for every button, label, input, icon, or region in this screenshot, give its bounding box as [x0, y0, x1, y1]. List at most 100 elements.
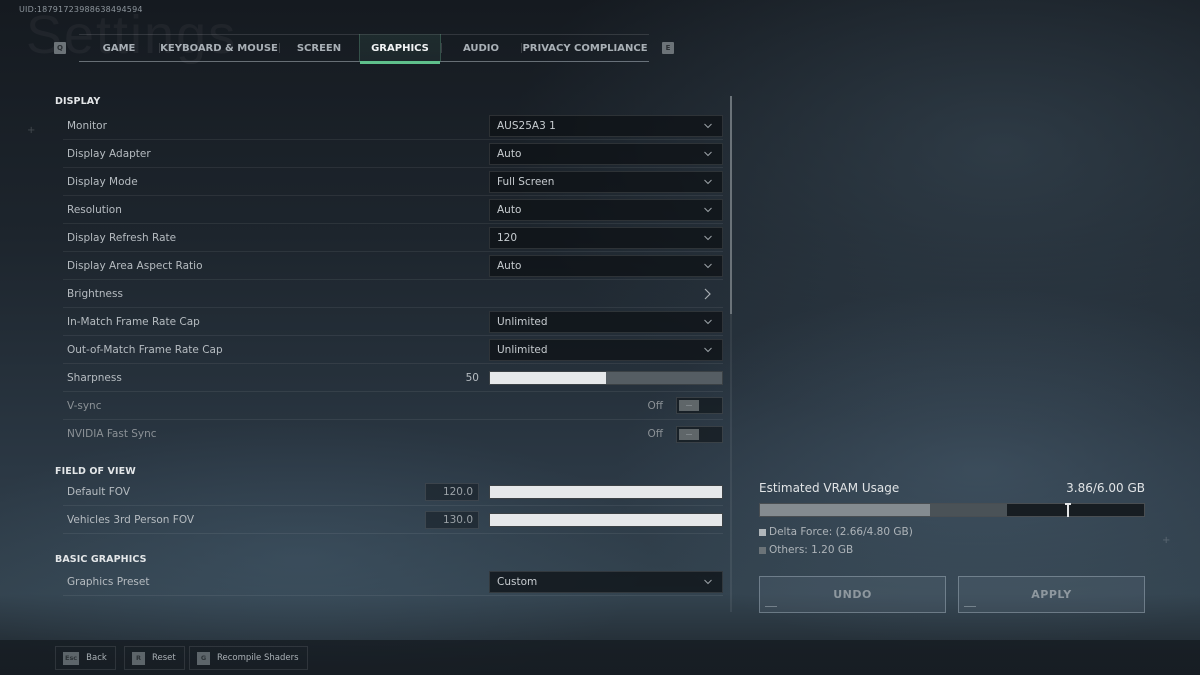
vram-title: Estimated VRAM Usage — [759, 481, 900, 495]
chevron-down-icon — [704, 579, 712, 584]
settings-tabbar: GAME KEYBOARD & MOUSE SCREEN GRAPHICS AU… — [79, 34, 649, 64]
setting-label: In-Match Frame Rate Cap — [67, 315, 200, 328]
display-mode-dropdown[interactable]: Full Screen — [489, 170, 723, 193]
vsync-toggle[interactable] — [676, 397, 723, 414]
settings-scrollbar[interactable] — [730, 96, 732, 612]
setting-sharpness[interactable]: Sharpness 50 — [63, 364, 723, 392]
dropdown-value: Unlimited — [497, 343, 548, 356]
refresh-rate-dropdown[interactable]: 120 — [489, 226, 723, 249]
setting-brightness[interactable]: Brightness — [63, 280, 723, 308]
r-key-icon: R — [132, 651, 145, 665]
chevron-right-icon[interactable] — [703, 288, 711, 300]
setting-display-adapter[interactable]: Display Adapter Auto — [63, 140, 723, 168]
vsync-state: Off — [647, 399, 664, 412]
legend-others: Others: 1.20 GB — [759, 541, 1145, 559]
slider-fill — [490, 485, 722, 498]
tab-audio[interactable]: AUDIO — [441, 34, 521, 62]
dropdown-value: Auto — [497, 147, 522, 160]
reset-hint-button[interactable]: R Reset — [124, 646, 185, 670]
setting-display-mode[interactable]: Display Mode Full Screen — [63, 168, 723, 196]
chevron-down-icon — [704, 347, 712, 352]
apply-button[interactable]: APPLY — [958, 576, 1145, 613]
setting-default-fov[interactable]: Default FOV 120.0 — [63, 478, 723, 506]
resolution-dropdown[interactable]: Auto — [489, 198, 723, 221]
setting-label: V-sync — [67, 399, 102, 412]
setting-label: Default FOV — [67, 485, 131, 498]
scrollbar-thumb[interactable] — [730, 96, 732, 314]
next-tab-key[interactable]: E — [662, 42, 674, 54]
legend-swatch — [759, 546, 766, 554]
setting-label: Display Refresh Rate — [67, 231, 177, 244]
decor-crosshair: + — [27, 125, 36, 136]
setting-label: Brightness — [67, 287, 123, 300]
setting-aspect-ratio[interactable]: Display Area Aspect Ratio Auto — [63, 252, 723, 280]
tab-game[interactable]: GAME — [79, 34, 159, 62]
hint-label: Back — [86, 653, 107, 663]
setting-refresh-rate[interactable]: Display Refresh Rate 120 — [63, 224, 723, 252]
setting-label: Resolution — [67, 203, 122, 216]
dropdown-value: AUS25A3 1 — [497, 119, 556, 132]
vehicle-fov-slider[interactable] — [489, 512, 723, 527]
hint-label: Recompile Shaders — [217, 653, 299, 663]
setting-graphics-preset[interactable]: Graphics Preset Custom — [63, 568, 723, 596]
setting-label: Display Mode — [67, 175, 138, 188]
prev-tab-key[interactable]: Q — [54, 42, 66, 54]
dropdown-value: Unlimited — [497, 315, 548, 328]
dropdown-value: Auto — [497, 203, 522, 216]
hint-label: Reset — [152, 653, 176, 663]
vehicle-fov-input[interactable]: 130.0 — [425, 510, 479, 529]
graphics-preset-dropdown[interactable]: Custom — [489, 570, 723, 593]
tab-graphics[interactable]: GRAPHICS — [359, 34, 441, 64]
chevron-down-icon — [704, 207, 712, 212]
recompile-shaders-hint-button[interactable]: G Recompile Shaders — [189, 646, 308, 670]
sharpness-slider[interactable] — [489, 370, 723, 385]
chevron-down-icon — [704, 179, 712, 184]
tab-screen[interactable]: SCREEN — [279, 34, 359, 62]
section-title-display: DISPLAY — [55, 96, 101, 107]
setting-nvidia-fast-sync[interactable]: NVIDIA Fast Sync Off — [63, 420, 723, 448]
slider-fill — [490, 371, 606, 384]
setting-out-match-frame-cap[interactable]: Out-of-Match Frame Rate Cap Unlimited — [63, 336, 723, 364]
dropdown-value: Custom — [497, 575, 538, 588]
decor-crosshair: + — [1162, 535, 1171, 546]
vram-segment-delta-force — [760, 504, 931, 516]
vram-usage-panel: Estimated VRAM Usage 3.86/6.00 GB Delta … — [759, 481, 1145, 559]
chevron-down-icon — [704, 123, 712, 128]
nvidia-fast-sync-toggle[interactable] — [676, 425, 723, 443]
nvidia-fast-sync-state: Off — [647, 428, 664, 440]
section-title-basic-graphics: BASIC GRAPHICS — [55, 554, 147, 565]
legend-label: Others: 1.20 GB — [769, 544, 854, 556]
esc-key-icon: Esc — [63, 651, 80, 665]
setting-vsync[interactable]: V-sync Off — [63, 392, 723, 420]
default-fov-input[interactable]: 120.0 — [425, 482, 479, 501]
slider-fill — [490, 513, 722, 526]
chevron-down-icon — [704, 151, 712, 156]
setting-label: Vehicles 3rd Person FOV — [67, 513, 195, 526]
chevron-down-icon — [704, 263, 712, 268]
in-match-frame-cap-dropdown[interactable]: Unlimited — [489, 310, 723, 333]
default-fov-slider[interactable] — [489, 484, 723, 499]
display-adapter-dropdown[interactable]: Auto — [489, 142, 723, 165]
setting-label: NVIDIA Fast Sync — [67, 428, 157, 440]
setting-label: Sharpness — [67, 371, 122, 384]
toggle-knob — [679, 428, 699, 440]
setting-in-match-frame-cap[interactable]: In-Match Frame Rate Cap Unlimited — [63, 308, 723, 336]
dropdown-value: Full Screen — [497, 175, 555, 188]
setting-label: Out-of-Match Frame Rate Cap — [67, 343, 223, 356]
monitor-dropdown[interactable]: AUS25A3 1 — [489, 114, 723, 137]
tab-privacy-compliance[interactable]: PRIVACY COMPLIANCE — [521, 34, 649, 62]
back-hint-button[interactable]: Esc Back — [55, 646, 116, 670]
dropdown-value: Auto — [497, 259, 522, 272]
vram-budget-marker — [1065, 503, 1072, 517]
setting-resolution[interactable]: Resolution Auto — [63, 196, 723, 224]
graphics-settings-list: DISPLAY Monitor AUS25A3 1 Display Adapte… — [55, 96, 723, 596]
setting-vehicle-fov[interactable]: Vehicles 3rd Person FOV 130.0 — [63, 506, 723, 534]
setting-monitor[interactable]: Monitor AUS25A3 1 — [63, 112, 723, 140]
aspect-ratio-dropdown[interactable]: Auto — [489, 254, 723, 277]
vram-total: 3.86/6.00 GB — [1066, 481, 1145, 495]
undo-button[interactable]: UNDO — [759, 576, 946, 613]
vram-usage-bar — [759, 503, 1145, 517]
setting-label: Graphics Preset — [67, 575, 150, 588]
tab-keyboard-mouse[interactable]: KEYBOARD & MOUSE — [159, 34, 279, 62]
out-match-frame-cap-dropdown[interactable]: Unlimited — [489, 338, 723, 361]
